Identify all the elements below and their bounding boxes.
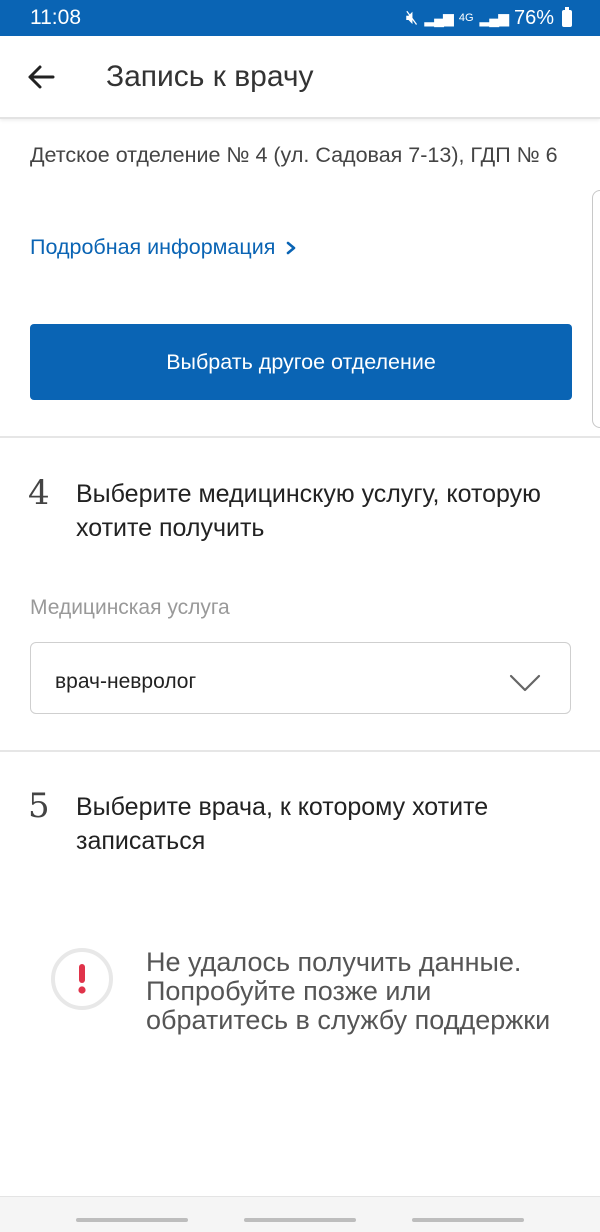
change-department-button[interactable]: Выбрать другое отделение bbox=[30, 324, 572, 400]
app-bar: Запись к врачу bbox=[0, 36, 600, 119]
chevron-right-icon bbox=[287, 241, 296, 254]
step-title: Выберите медицинскую услугу, которую хот… bbox=[76, 480, 541, 542]
chevron-down-icon bbox=[509, 674, 541, 692]
nav-handle-left[interactable] bbox=[76, 1218, 188, 1222]
mute-icon: 🔇︎ bbox=[405, 6, 419, 29]
arrow-left-icon[interactable] bbox=[27, 63, 55, 91]
service-select-value: врач-невролог bbox=[55, 670, 197, 693]
error-message: Не удалось получить данные. Попробуйте п… bbox=[146, 947, 551, 1035]
details-link[interactable]: Подробная информация bbox=[30, 235, 297, 260]
details-link-label: Подробная информация bbox=[30, 235, 276, 259]
service-select[interactable]: врач-невролог bbox=[30, 642, 571, 714]
battery-percent: 76% bbox=[513, 6, 554, 29]
nav-handle-right[interactable] bbox=[412, 1218, 524, 1222]
error-icon-circle bbox=[51, 948, 113, 1010]
exclamation-icon bbox=[78, 964, 86, 994]
status-bar: 11:08 🔇︎ ▂▄▆ 4G ▂▄▆ 76% bbox=[0, 0, 600, 36]
battery-icon bbox=[562, 6, 572, 27]
status-time: 11:08 bbox=[30, 6, 81, 29]
step-number: 4 bbox=[28, 473, 50, 513]
signal-icon: ▂▄▆ bbox=[424, 9, 453, 26]
signal-icon: ▂▄▆ bbox=[479, 9, 509, 26]
clinic-address: Детское отделение № 4 (ул. Садовая 7-13)… bbox=[30, 143, 558, 167]
nav-handle-center[interactable] bbox=[244, 1218, 356, 1222]
section-divider bbox=[0, 436, 600, 438]
step-number: 5 bbox=[28, 786, 50, 826]
system-nav-bar bbox=[0, 1197, 600, 1232]
scroll-edge-handle bbox=[592, 190, 600, 428]
page-title: Запись к врачу bbox=[106, 60, 314, 93]
step-title: Выберите врача, к которому хотите записа… bbox=[76, 793, 489, 855]
section-divider bbox=[0, 750, 600, 752]
network-type-label: 4G bbox=[458, 12, 474, 24]
status-icons: 🔇︎ ▂▄▆ 4G ▂▄▆ 76% bbox=[405, 6, 572, 30]
service-field-label: Медицинская услуга bbox=[30, 596, 230, 619]
